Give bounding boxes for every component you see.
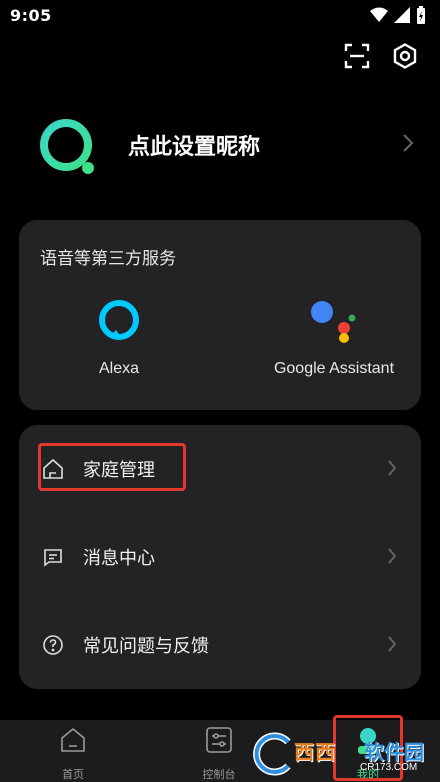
status-icons bbox=[370, 6, 426, 28]
menu-item-faq-feedback[interactable]: 常见问题与反馈 bbox=[19, 601, 421, 689]
menu-item-label: 消息中心 bbox=[83, 548, 155, 569]
services-title: 语音等第三方服务 bbox=[40, 249, 176, 269]
status-time: 9:05 bbox=[10, 6, 52, 25]
menu-item-home-management[interactable]: 家庭管理 bbox=[19, 425, 421, 513]
google-assistant-service[interactable]: Google Assistant bbox=[244, 298, 424, 378]
alexa-icon bbox=[97, 298, 141, 346]
scan-icon[interactable] bbox=[341, 40, 373, 72]
message-icon bbox=[41, 545, 65, 569]
chevron-right-icon bbox=[402, 133, 414, 157]
watermark-text: 西西 bbox=[294, 740, 336, 764]
profile-section[interactable]: 点此设置昵称 bbox=[0, 105, 440, 185]
console-icon bbox=[205, 726, 233, 758]
watermark-logo-icon bbox=[253, 732, 291, 776]
watermark-text: 软件园 bbox=[364, 740, 424, 764]
tab-home[interactable]: 首页 bbox=[28, 726, 118, 782]
chevron-right-icon bbox=[387, 635, 397, 657]
google-assistant-icon bbox=[308, 296, 360, 348]
menu-item-message-center[interactable]: 消息中心 bbox=[19, 513, 421, 601]
settings-icon[interactable] bbox=[389, 40, 421, 72]
home-tab-icon bbox=[59, 726, 87, 758]
avatar[interactable] bbox=[36, 115, 100, 179]
nickname-label[interactable]: 点此设置昵称 bbox=[128, 129, 260, 161]
services-card: 语音等第三方服务 Alexa Google Assistant bbox=[19, 220, 421, 410]
highlight-box bbox=[38, 443, 186, 491]
alexa-service[interactable]: Alexa bbox=[79, 298, 159, 378]
watermark: 西西 软件园 CR173.COM bbox=[244, 730, 424, 778]
alexa-label: Alexa bbox=[98, 360, 140, 377]
status-bar: 9:05 bbox=[0, 0, 440, 32]
tab-label: 首页 bbox=[62, 768, 84, 781]
wifi-icon bbox=[370, 7, 388, 27]
watermark-url: CR173.COM bbox=[360, 762, 418, 773]
help-icon bbox=[41, 633, 65, 657]
google-assistant-label: Google Assistant bbox=[273, 360, 395, 377]
menu-item-label: 常见问题与反馈 bbox=[83, 636, 209, 657]
chevron-right-icon bbox=[387, 459, 397, 481]
battery-charging-icon bbox=[416, 6, 426, 28]
signal-icon bbox=[394, 7, 410, 27]
menu-card: 家庭管理 消息中心 常见问题与反馈 bbox=[19, 425, 421, 689]
chevron-right-icon bbox=[387, 547, 397, 569]
